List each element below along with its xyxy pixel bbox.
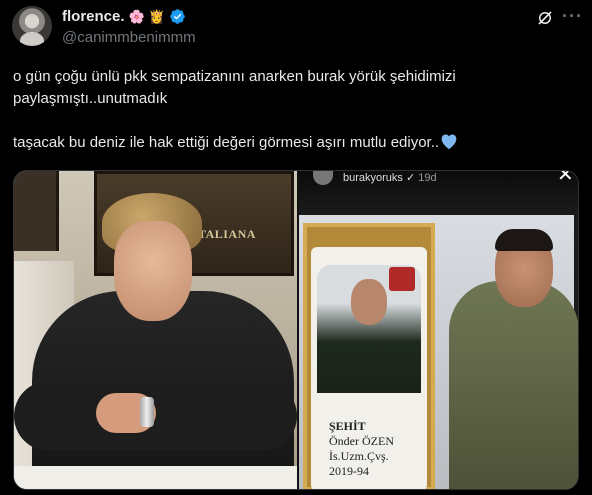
story-avatar xyxy=(313,171,333,185)
story-header: burakyoruks ✓ 19d ✕ xyxy=(299,171,578,211)
memorial-line-4: 2019-94 xyxy=(329,464,369,478)
princess-emoji: 👸 xyxy=(148,9,165,24)
memorial-text: ŞEHİT Önder ÖZEN İs.Uzm.Çvş. 2019-94 xyxy=(329,419,429,479)
memorial-line-2: Önder ÖZEN xyxy=(329,434,394,448)
author-handle[interactable]: @canimmbenimmm xyxy=(62,29,196,46)
wristwatch xyxy=(140,397,154,427)
close-icon: ✕ xyxy=(557,171,574,186)
soldier-portrait-face xyxy=(351,279,387,325)
wall-picture xyxy=(14,171,59,251)
more-icon[interactable]: ··· xyxy=(562,7,582,28)
grok-icon[interactable] xyxy=(536,9,554,27)
soldier-uniform xyxy=(449,281,578,489)
memorial-line-1: ŞEHİT xyxy=(329,419,366,433)
blue-heart-icon xyxy=(441,134,457,150)
flag-emblem xyxy=(389,267,415,291)
tweet-text: o gün çoğu ünlü pkk sempatizanını anarke… xyxy=(13,66,583,154)
person-face xyxy=(114,221,192,321)
tweet-media[interactable]: GENERALE ITALIANA burakyoruks ✓ 19d ✕ ŞE… xyxy=(13,170,579,490)
tweet-body: o gün çoğu ünlü pkk sempatizanını anarke… xyxy=(13,68,456,151)
verified-badge-icon xyxy=(170,9,185,24)
soldier-hair xyxy=(495,229,553,251)
author-name-row: florence. 🌸 👸 xyxy=(62,8,186,25)
right-photo[interactable]: burakyoruks ✓ 19d ✕ ŞEHİT Önder ÖZEN İs.… xyxy=(299,171,578,489)
author-avatar[interactable] xyxy=(12,6,52,46)
left-photo[interactable]: GENERALE ITALIANA xyxy=(14,171,297,489)
flower-emoji: 🌸 xyxy=(128,9,145,24)
memorial-line-3: İs.Uzm.Çvş. xyxy=(329,449,389,463)
table-surface xyxy=(14,466,297,489)
story-username: burakyoruks ✓ 19d xyxy=(343,172,437,184)
author-display-name[interactable]: florence. xyxy=(62,8,125,25)
